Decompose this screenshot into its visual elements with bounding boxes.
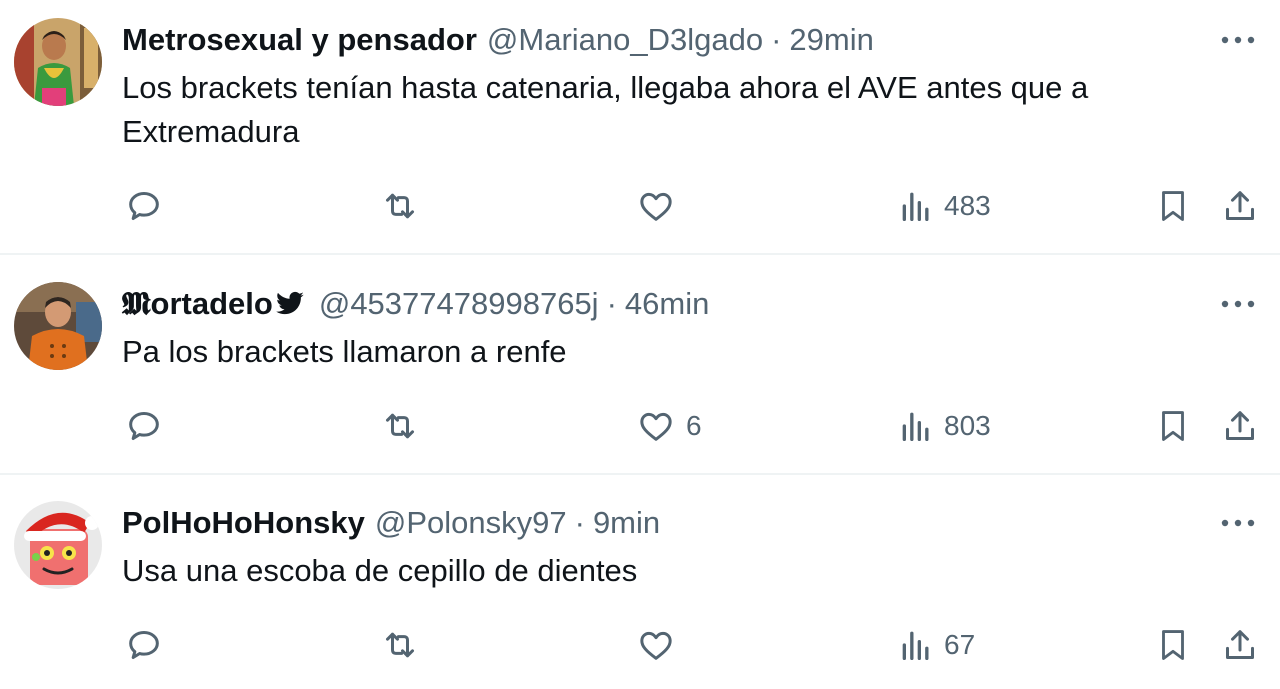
bookmark-button[interactable] bbox=[1154, 623, 1192, 667]
reply-button[interactable] bbox=[124, 184, 164, 228]
retweet-button[interactable] bbox=[380, 184, 420, 228]
views-button[interactable]: 483 bbox=[898, 184, 991, 228]
share-icon bbox=[1220, 186, 1260, 226]
like-button[interactable] bbox=[636, 184, 686, 228]
user-handle[interactable]: @Mariano_D3lgado bbox=[487, 22, 763, 58]
display-name[interactable]: 𝕸ortadelo bbox=[122, 286, 273, 323]
like-icon bbox=[636, 625, 676, 665]
views-count: 67 bbox=[944, 629, 976, 660]
tweet[interactable]: Metrosexual y pensador @Mariano_D3lgado … bbox=[0, 18, 1280, 254]
divider bbox=[0, 253, 1280, 255]
more-icon[interactable] bbox=[1218, 20, 1258, 60]
more-icon[interactable] bbox=[1218, 284, 1258, 324]
user-handle[interactable]: @45377478998765j bbox=[319, 286, 599, 322]
display-name[interactable]: PolHoHoHonsky bbox=[122, 505, 365, 541]
retweet-icon bbox=[380, 186, 420, 226]
avatar[interactable] bbox=[14, 501, 102, 589]
action-bar: 483 bbox=[0, 184, 1280, 228]
avatar[interactable] bbox=[14, 18, 102, 106]
display-name[interactable]: Metrosexual y pensador bbox=[122, 22, 477, 58]
views-icon bbox=[898, 186, 934, 226]
bookmark-icon bbox=[1154, 625, 1192, 665]
timestamp[interactable]: 9min bbox=[593, 505, 660, 541]
more-icon[interactable] bbox=[1218, 503, 1258, 543]
views-count: 803 bbox=[944, 410, 991, 441]
like-button[interactable]: 6 bbox=[636, 404, 702, 448]
share-button[interactable] bbox=[1220, 623, 1260, 667]
like-button[interactable] bbox=[636, 623, 686, 667]
tweet-text: Pa los brackets llamaron a renfe bbox=[122, 334, 567, 369]
views-icon bbox=[898, 625, 934, 665]
retweet-button[interactable] bbox=[380, 623, 420, 667]
views-button[interactable]: 67 bbox=[898, 623, 975, 667]
reply-icon bbox=[124, 186, 164, 226]
action-bar: 6 803 bbox=[0, 404, 1280, 448]
avatar[interactable] bbox=[14, 282, 102, 370]
timestamp[interactable]: 29min bbox=[789, 22, 873, 58]
like-count: 6 bbox=[686, 410, 702, 441]
like-icon bbox=[636, 406, 676, 446]
tweet-text: Los brackets tenían hasta catenaria, lle… bbox=[122, 70, 1089, 149]
share-button[interactable] bbox=[1220, 184, 1260, 228]
reply-button[interactable] bbox=[124, 404, 164, 448]
like-icon bbox=[636, 186, 676, 226]
separator-dot: · bbox=[606, 286, 617, 321]
separator-dot: · bbox=[771, 22, 782, 57]
timestamp[interactable]: 46min bbox=[625, 286, 709, 322]
divider bbox=[0, 473, 1280, 475]
share-button[interactable] bbox=[1220, 404, 1260, 448]
bookmark-icon bbox=[1154, 406, 1192, 446]
retweet-icon bbox=[380, 625, 420, 665]
tweet[interactable]: 𝕸ortadelo @45377478998765j · 46min Pa lo… bbox=[0, 282, 1280, 472]
views-count: 483 bbox=[944, 190, 991, 221]
retweet-button[interactable] bbox=[380, 404, 420, 448]
views-button[interactable]: 803 bbox=[898, 404, 991, 448]
bookmark-button[interactable] bbox=[1154, 184, 1192, 228]
action-bar: 67 bbox=[0, 623, 1280, 667]
retweet-icon bbox=[380, 406, 420, 446]
separator-dot: · bbox=[574, 505, 585, 540]
user-handle[interactable]: @Polonsky97 bbox=[375, 505, 567, 541]
bookmark-icon bbox=[1154, 186, 1192, 226]
bird-icon bbox=[275, 291, 305, 317]
views-icon bbox=[898, 406, 934, 446]
reply-button[interactable] bbox=[124, 623, 164, 667]
bookmark-button[interactable] bbox=[1154, 404, 1192, 448]
tweet-text: Usa una escoba de cepillo de dientes bbox=[122, 553, 638, 588]
reply-icon bbox=[124, 406, 164, 446]
tweet[interactable]: PolHoHoHonsky @Polonsky97 · 9min Usa una… bbox=[0, 501, 1280, 689]
reply-icon bbox=[124, 625, 164, 665]
share-icon bbox=[1220, 406, 1260, 446]
share-icon bbox=[1220, 625, 1260, 665]
